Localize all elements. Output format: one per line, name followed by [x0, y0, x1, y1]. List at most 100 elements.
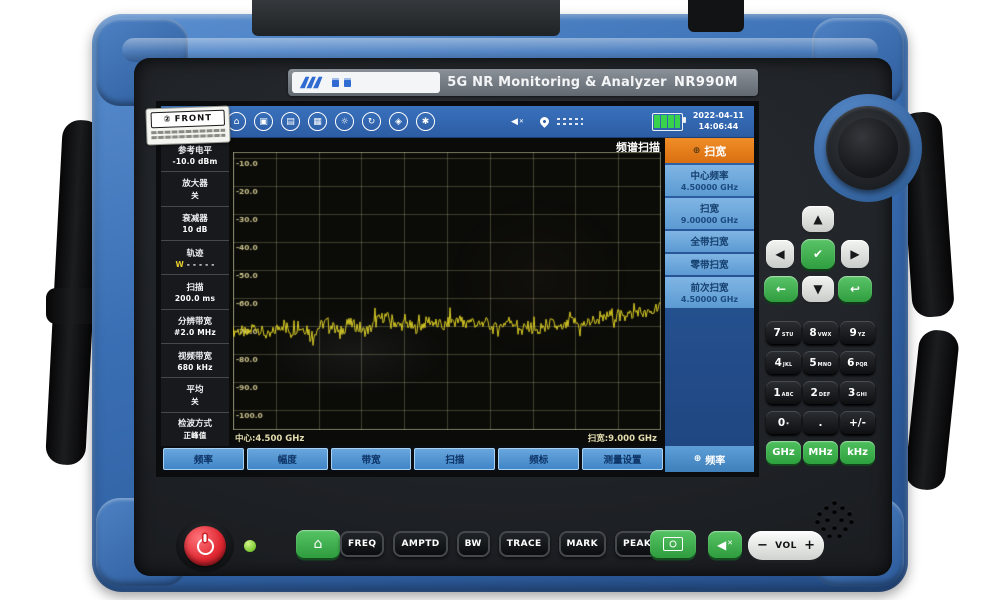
up-key[interactable]: ▲ — [802, 206, 834, 232]
settings-icon[interactable]: ✱ — [416, 112, 435, 131]
down-arrow-icon: ▼ — [813, 282, 822, 296]
key-3[interactable]: 3GHI — [840, 381, 875, 404]
key-ghz[interactable]: GHz — [766, 441, 801, 464]
softkey[interactable]: 零带扫宽 — [665, 254, 754, 275]
button-trace[interactable]: TRACE — [499, 531, 550, 557]
save-icon[interactable]: ▦ — [308, 112, 327, 131]
softkey-label: 前次扫宽 — [665, 280, 754, 294]
left-key[interactable]: ◀ — [766, 240, 794, 268]
top-connector — [252, 0, 560, 36]
key-sub-label: VWX — [818, 332, 832, 338]
key-2[interactable]: 2DEF — [803, 381, 838, 404]
key-[interactable]: . — [803, 411, 838, 434]
sidebar-item[interactable]: 分辨带宽#2.0 MHz — [161, 310, 229, 344]
rotary-knob-cap — [838, 118, 898, 178]
softkey-header-span[interactable]: ⊕扫宽 — [665, 138, 754, 163]
volume-rocker[interactable]: − VOL + — [748, 531, 824, 560]
sidebar-item-label: 视频带宽 — [178, 350, 212, 362]
key-9[interactable]: 9YZ — [840, 321, 875, 344]
key-5[interactable]: 5MNO — [803, 351, 838, 374]
screen: ⌂▣▤▦☼↻◈✱ ◀✕ 2022-04-11 14:06:44 参考电平-10.… — [161, 106, 754, 472]
key-main-label: 1 — [773, 387, 780, 399]
lock-icon[interactable]: ◈ — [389, 112, 408, 131]
sidebar-item[interactable]: 平均关 — [161, 378, 229, 412]
sticker-label: FRONT — [174, 113, 212, 124]
brand-character-mark — [332, 78, 339, 87]
menu-button[interactable]: 扫描 — [414, 448, 495, 470]
volume-down[interactable]: − — [757, 538, 768, 553]
menu-button[interactable]: 频标 — [498, 448, 579, 470]
key-4[interactable]: 4JKL — [766, 351, 801, 374]
key-khz[interactable]: kHz — [840, 441, 875, 464]
softkey-label: 中心频率 — [665, 168, 754, 182]
sweep-icon: ⊕ — [693, 146, 701, 156]
sidebar-item[interactable]: 检波方式正峰值 — [161, 413, 229, 446]
grille-hole — [832, 500, 837, 505]
softkey[interactable]: 前次扫宽4.50000 GHz — [665, 277, 754, 308]
gps-pin-icon[interactable] — [538, 115, 551, 128]
camera-icon[interactable]: ▣ — [254, 112, 273, 131]
key-main-label: +/- — [849, 417, 866, 429]
right-key[interactable]: ▶ — [841, 240, 869, 268]
front-sticker: ②FRONT — [145, 106, 230, 146]
softkey[interactable]: 扫宽9.00000 GHz — [665, 198, 754, 229]
menu-button[interactable]: 测量设置 — [582, 448, 663, 470]
grille-hole — [849, 519, 854, 524]
sidebar-item[interactable]: 轨迹W - - - - - — [161, 241, 229, 275]
softkey-panel: ⊕扫宽 中心频率4.50000 GHz扫宽9.00000 GHz全带扫宽零带扫宽… — [665, 138, 754, 446]
down-key[interactable]: ▼ — [802, 276, 834, 302]
menu-button[interactable]: 频率 — [163, 448, 244, 470]
grille-hole — [821, 526, 826, 531]
softkey[interactable]: 全带扫宽 — [665, 231, 754, 252]
button-freq[interactable]: FREQ — [340, 531, 384, 557]
camera-button[interactable] — [650, 530, 696, 558]
grille-hole — [840, 505, 845, 510]
undo-key[interactable]: ↩ — [838, 276, 872, 302]
button-bw[interactable]: BW — [457, 531, 490, 557]
backspace-key[interactable]: ← — [764, 276, 798, 302]
sidebar-item-value: 关 — [191, 190, 199, 201]
key-sub-label: * — [786, 422, 789, 428]
key-[interactable]: +/- — [840, 411, 875, 434]
home-button[interactable]: ⌂ — [296, 530, 340, 558]
button-amptd[interactable]: AMPTD — [393, 531, 447, 557]
key-sub-label: STU — [782, 332, 794, 338]
sticker-fine-print — [151, 129, 225, 140]
volume-up[interactable]: + — [804, 538, 815, 553]
enter-key[interactable]: ✔ — [801, 239, 835, 269]
key-8[interactable]: 8VWX — [803, 321, 838, 344]
softkey-bottom-frequency[interactable]: ⊕频率 — [665, 446, 754, 472]
bulb-icon[interactable]: ☼ — [335, 112, 354, 131]
left-arrow-icon: ◀ — [775, 247, 784, 261]
home-icon: ⌂ — [314, 536, 323, 552]
device-title: 5G NR Monitoring & Analyzer — [440, 75, 674, 90]
grille-hole — [837, 533, 842, 538]
key-7[interactable]: 7STU — [766, 321, 801, 344]
menu-button[interactable]: 带宽 — [331, 448, 412, 470]
key-0[interactable]: 0* — [766, 411, 801, 434]
sidebar-item[interactable]: 衰减器10 dB — [161, 207, 229, 241]
spectrum-chart: 频谱扫描 中心:4.500 GHz 扫宽:9.000 GHz — [229, 138, 665, 446]
refresh-icon[interactable]: ↻ — [362, 112, 381, 131]
key-sub-label: YZ — [858, 332, 866, 338]
settings-sidebar: 参考电平-10.0 dBm放大器关衰减器10 dB轨迹W - - - - -扫描… — [161, 138, 229, 446]
camera-icon — [663, 537, 683, 551]
mute-speaker-icon[interactable]: ◀✕ — [511, 117, 524, 127]
softkey[interactable]: 中心频率4.50000 GHz — [665, 165, 754, 196]
sidebar-item-label: 扫描 — [186, 281, 203, 293]
power-button[interactable] — [184, 526, 226, 566]
sidebar-item[interactable]: 扫描200.0 ms — [161, 275, 229, 309]
date-label: 2022-04-11 — [693, 111, 744, 121]
key-6[interactable]: 6PQR — [840, 351, 875, 374]
sidebar-item[interactable]: 视频带宽680 kHz — [161, 344, 229, 378]
sidebar-item-label: 检波方式 — [178, 417, 212, 429]
menu-button[interactable]: 幅度 — [247, 448, 328, 470]
check-icon: ✔ — [813, 247, 823, 261]
sidebar-item[interactable]: 放大器关 — [161, 172, 229, 206]
folder-icon[interactable]: ▤ — [281, 112, 300, 131]
key-1[interactable]: 1ABC — [766, 381, 801, 404]
button-mark[interactable]: MARK — [559, 531, 606, 557]
key-mhz[interactable]: MHz — [803, 441, 838, 464]
mute-button[interactable]: ◀✕ — [708, 531, 742, 558]
sidebar-item-value: 正峰值 — [183, 430, 206, 441]
